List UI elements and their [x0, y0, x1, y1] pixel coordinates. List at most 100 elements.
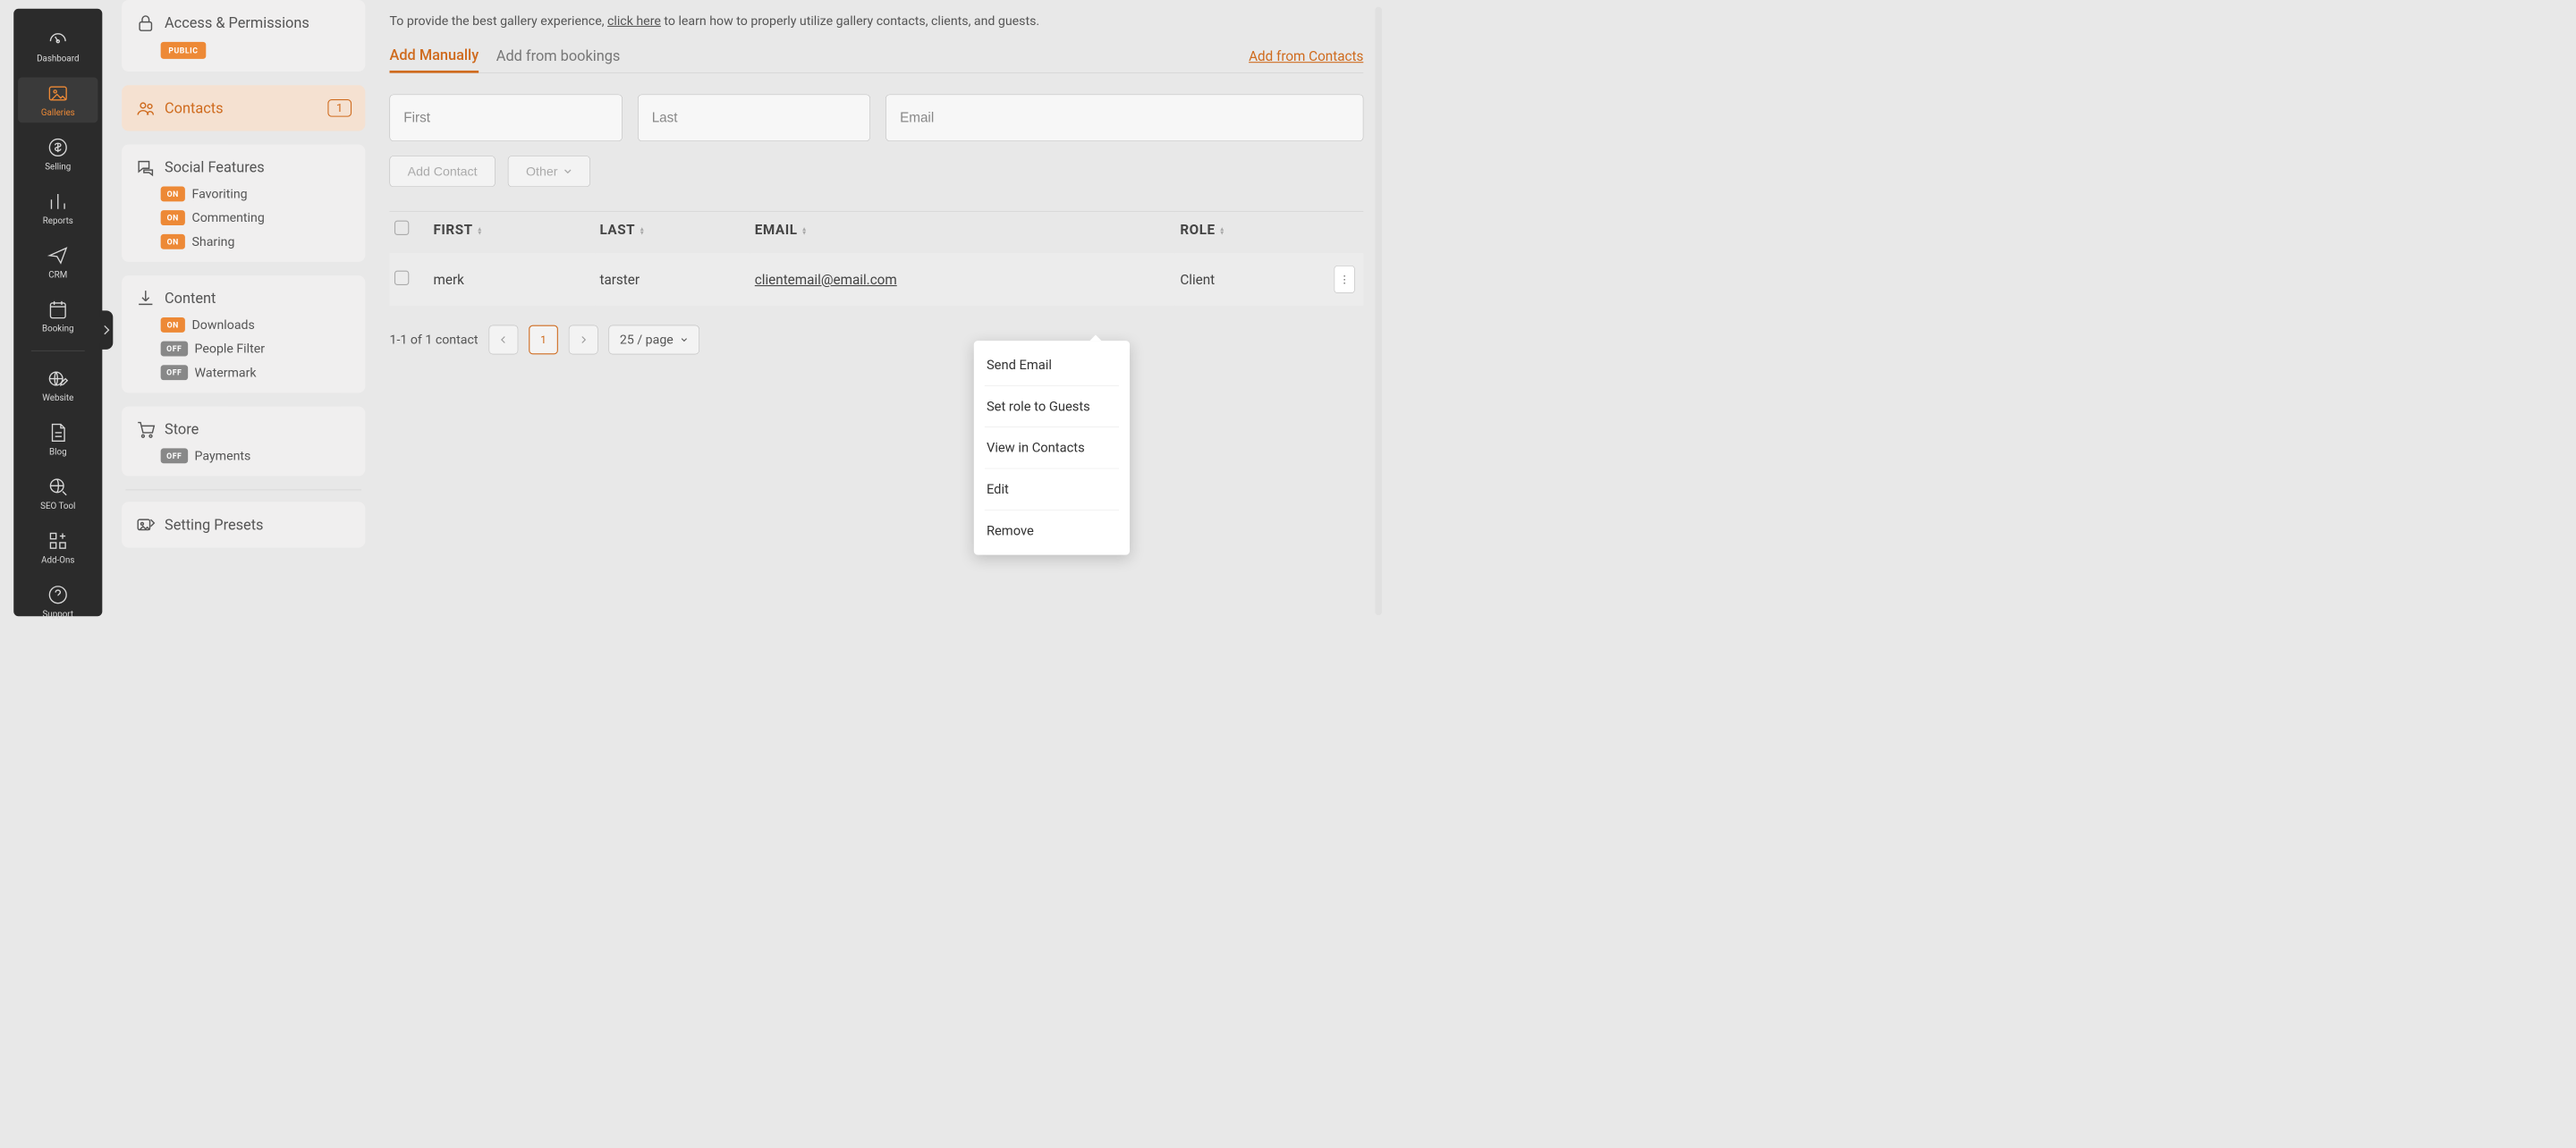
download-icon	[135, 288, 156, 308]
pager-prev[interactable]	[488, 325, 518, 355]
menu-set-role[interactable]: Set role to Guests	[985, 386, 1119, 427]
per-page-select[interactable]: 25 / page	[608, 325, 699, 355]
sort-icon: ▲▼	[477, 226, 483, 234]
toggle-commenting[interactable]: ONCommenting	[161, 210, 352, 225]
toggle-downloads[interactable]: ON Downloads	[161, 317, 352, 333]
col-last[interactable]: LAST▲▼	[595, 212, 750, 254]
nav-crm[interactable]: CRM	[13, 240, 102, 285]
col-label: ROLE	[1180, 222, 1215, 238]
menu-edit[interactable]: Edit	[985, 468, 1119, 510]
settings-title: Content	[165, 290, 216, 307]
input-row	[390, 95, 1364, 141]
pill-on: ON	[161, 187, 185, 202]
col-first[interactable]: FIRST▲▼	[428, 212, 595, 254]
col-role[interactable]: ROLE ▲▼	[1175, 212, 1329, 254]
presets-icon	[135, 514, 156, 535]
settings-title: Access & Permissions	[165, 14, 309, 31]
last-name-input[interactable]	[638, 95, 870, 141]
email-input[interactable]	[886, 95, 1363, 141]
pill-on: ON	[161, 234, 185, 249]
calendar-icon	[47, 299, 69, 321]
toggle-payments[interactable]: OFFPayments	[161, 448, 352, 463]
nav-label: Selling	[45, 162, 71, 172]
settings-store[interactable]: Store OFFPayments	[122, 407, 365, 477]
other-dropdown-button[interactable]: Other	[508, 156, 590, 187]
nav-expand-handle[interactable]	[99, 310, 113, 350]
cell-email-link[interactable]: clientemail@email.com	[755, 272, 897, 288]
add-from-contacts-link[interactable]: Add from Contacts	[1249, 48, 1363, 72]
toggle-people-filter[interactable]: OFFPeople Filter	[161, 342, 352, 357]
pager-summary: 1-1 of 1 contact	[390, 333, 479, 347]
toggle-sharing[interactable]: ONSharing	[161, 234, 352, 249]
tab-add-manually[interactable]: Add Manually	[390, 46, 479, 72]
nav-rail: Dashboard Galleries Selling Reports CRM …	[13, 9, 102, 616]
intro-link[interactable]: click here	[607, 13, 661, 28]
nav-label: Add-Ons	[41, 555, 74, 565]
cell-first: merk	[428, 253, 595, 306]
other-label: Other	[526, 164, 557, 179]
nav-support[interactable]: Support	[13, 578, 102, 624]
pill-on: ON	[161, 317, 185, 333]
tab-add-from-bookings[interactable]: Add from bookings	[496, 47, 621, 72]
help-icon	[47, 584, 69, 606]
settings-title: Store	[165, 421, 199, 438]
table-row: merk tarster clientemail@email.com Clien…	[390, 253, 1364, 306]
intro-suffix: to learn how to properly utilize gallery…	[661, 13, 1039, 28]
first-name-input[interactable]	[390, 95, 623, 141]
nav-reports[interactable]: Reports	[13, 185, 102, 231]
nav-label: Booking	[42, 324, 74, 333]
settings-title: Contacts	[165, 99, 224, 116]
chevron-right-icon	[103, 325, 110, 336]
row-checkbox[interactable]	[394, 270, 409, 284]
col-email[interactable]: EMAIL▲▼	[750, 212, 1175, 254]
toggle-favoriting[interactable]: ONFavoriting	[161, 187, 352, 202]
nav-seo[interactable]: SEO Tool	[13, 470, 102, 516]
gauge-icon	[47, 29, 69, 51]
nav-booking[interactable]: Booking	[13, 293, 102, 339]
globe-pencil-icon	[47, 367, 69, 390]
settings-social[interactable]: Social Features ONFavoriting ONCommentin…	[122, 145, 365, 262]
settings-access[interactable]: Access & Permissions PUBLIC	[122, 0, 365, 72]
document-icon	[47, 421, 69, 443]
add-contact-button[interactable]: Add Contact	[390, 156, 496, 187]
nav-blog[interactable]: Blog	[13, 417, 102, 462]
contacts-table: FIRST▲▼ LAST▲▼ EMAIL▲▼ ROLE▲▼ merk tarst…	[390, 211, 1364, 306]
select-all-checkbox[interactable]	[394, 221, 409, 235]
pager-next[interactable]	[569, 325, 598, 355]
bars-icon	[47, 190, 69, 213]
scrollbar[interactable]	[1375, 7, 1382, 616]
nav-label: CRM	[48, 270, 67, 280]
nav-selling[interactable]: Selling	[13, 131, 102, 177]
nav-galleries[interactable]: Galleries	[18, 78, 97, 123]
people-icon	[135, 97, 156, 118]
settings-presets[interactable]: Setting Presets	[122, 502, 365, 547]
chevron-right-icon	[580, 335, 587, 344]
chevron-left-icon	[501, 335, 507, 344]
nav-addons[interactable]: Add-Ons	[13, 525, 102, 570]
toggle-label: Downloads	[191, 317, 254, 332]
toggle-label: Commenting	[191, 210, 264, 224]
contact-count-badge: 1	[327, 99, 352, 117]
button-row: Add Contact Other	[390, 156, 1364, 187]
pill-off: OFF	[161, 448, 188, 463]
nav-website[interactable]: Website	[13, 363, 102, 409]
cell-last: tarster	[595, 253, 750, 306]
menu-remove[interactable]: Remove	[985, 511, 1119, 552]
image-icon	[47, 82, 69, 105]
menu-view-contacts[interactable]: View in Contacts	[985, 427, 1119, 468]
sort-icon: ▲▼	[1219, 226, 1225, 234]
col-label: EMAIL	[755, 222, 798, 238]
nav-dashboard[interactable]: Dashboard	[13, 23, 102, 69]
public-badge: PUBLIC	[161, 42, 207, 59]
intro-prefix: To provide the best gallery experience,	[390, 13, 607, 28]
pager-page-1[interactable]: 1	[529, 325, 558, 355]
settings-contacts[interactable]: Contacts 1	[122, 85, 365, 131]
intro-text: To provide the best gallery experience, …	[390, 13, 1364, 28]
settings-title: Social Features	[165, 159, 265, 176]
toggle-watermark[interactable]: OFFWatermark	[161, 365, 352, 380]
menu-send-email[interactable]: Send Email	[985, 344, 1119, 385]
row-actions-button[interactable]: ⋮	[1335, 266, 1355, 292]
cell-role: Client	[1175, 253, 1329, 306]
settings-content[interactable]: Content ON Downloads OFFPeople Filter OFF…	[122, 275, 365, 393]
pager-row: 1-1 of 1 contact 1 25 / page	[390, 325, 1364, 355]
